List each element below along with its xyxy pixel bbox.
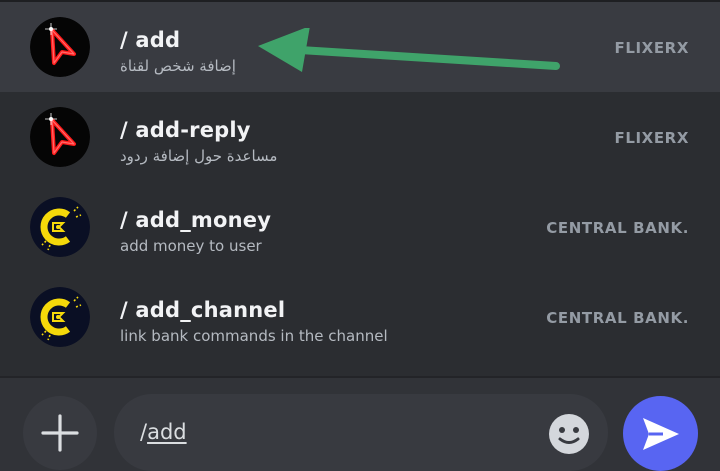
command-row-add-channel[interactable]: / add_channel link bank commands in the …: [0, 272, 720, 362]
input-typed-text: add: [147, 420, 187, 444]
slash-command-picker: / add إضافة شخص لقناة FLIXERX / add-repl…: [0, 0, 720, 471]
command-row-add[interactable]: / add إضافة شخص لقناة FLIXERX: [0, 2, 720, 92]
command-source: FLIXERX: [614, 129, 689, 147]
command-name: / add-reply: [120, 118, 251, 142]
red-cursor-avatar-icon: [30, 17, 90, 77]
send-button[interactable]: [623, 396, 698, 471]
command-list: / add إضافة شخص لقناة FLIXERX / add-repl…: [0, 2, 720, 362]
command-row-add-reply[interactable]: / add-reply مساعدة حول إضافة ردود FLIXER…: [0, 92, 720, 182]
message-input[interactable]: /add: [114, 394, 608, 471]
yellow-bank-logo-icon: [30, 197, 90, 257]
command-source: FLIXERX: [614, 39, 689, 57]
command-description: add money to user: [120, 237, 262, 255]
yellow-bank-logo-icon: [30, 287, 90, 347]
command-name: / add_channel: [120, 298, 286, 322]
plus-icon: [41, 414, 79, 452]
command-source: CENTRAL BANK.: [546, 309, 689, 327]
command-description: مساعدة حول إضافة ردود: [120, 147, 278, 165]
command-row-add-money[interactable]: / add_money add money to user CENTRAL BA…: [0, 182, 720, 272]
green-arrow-pointer-icon: [258, 28, 560, 72]
command-name: / add: [120, 28, 181, 52]
plus-button[interactable]: [23, 396, 97, 470]
input-text[interactable]: /add: [140, 420, 187, 444]
smiley-emoji-icon[interactable]: [548, 413, 590, 455]
command-description: link bank commands in the channel: [120, 327, 388, 345]
command-source: CENTRAL BANK.: [546, 219, 689, 237]
command-name: / add_money: [120, 208, 272, 232]
send-arrow-icon: [642, 417, 679, 450]
command-description: إضافة شخص لقناة: [120, 57, 236, 75]
red-cursor-avatar-icon: [30, 107, 90, 167]
